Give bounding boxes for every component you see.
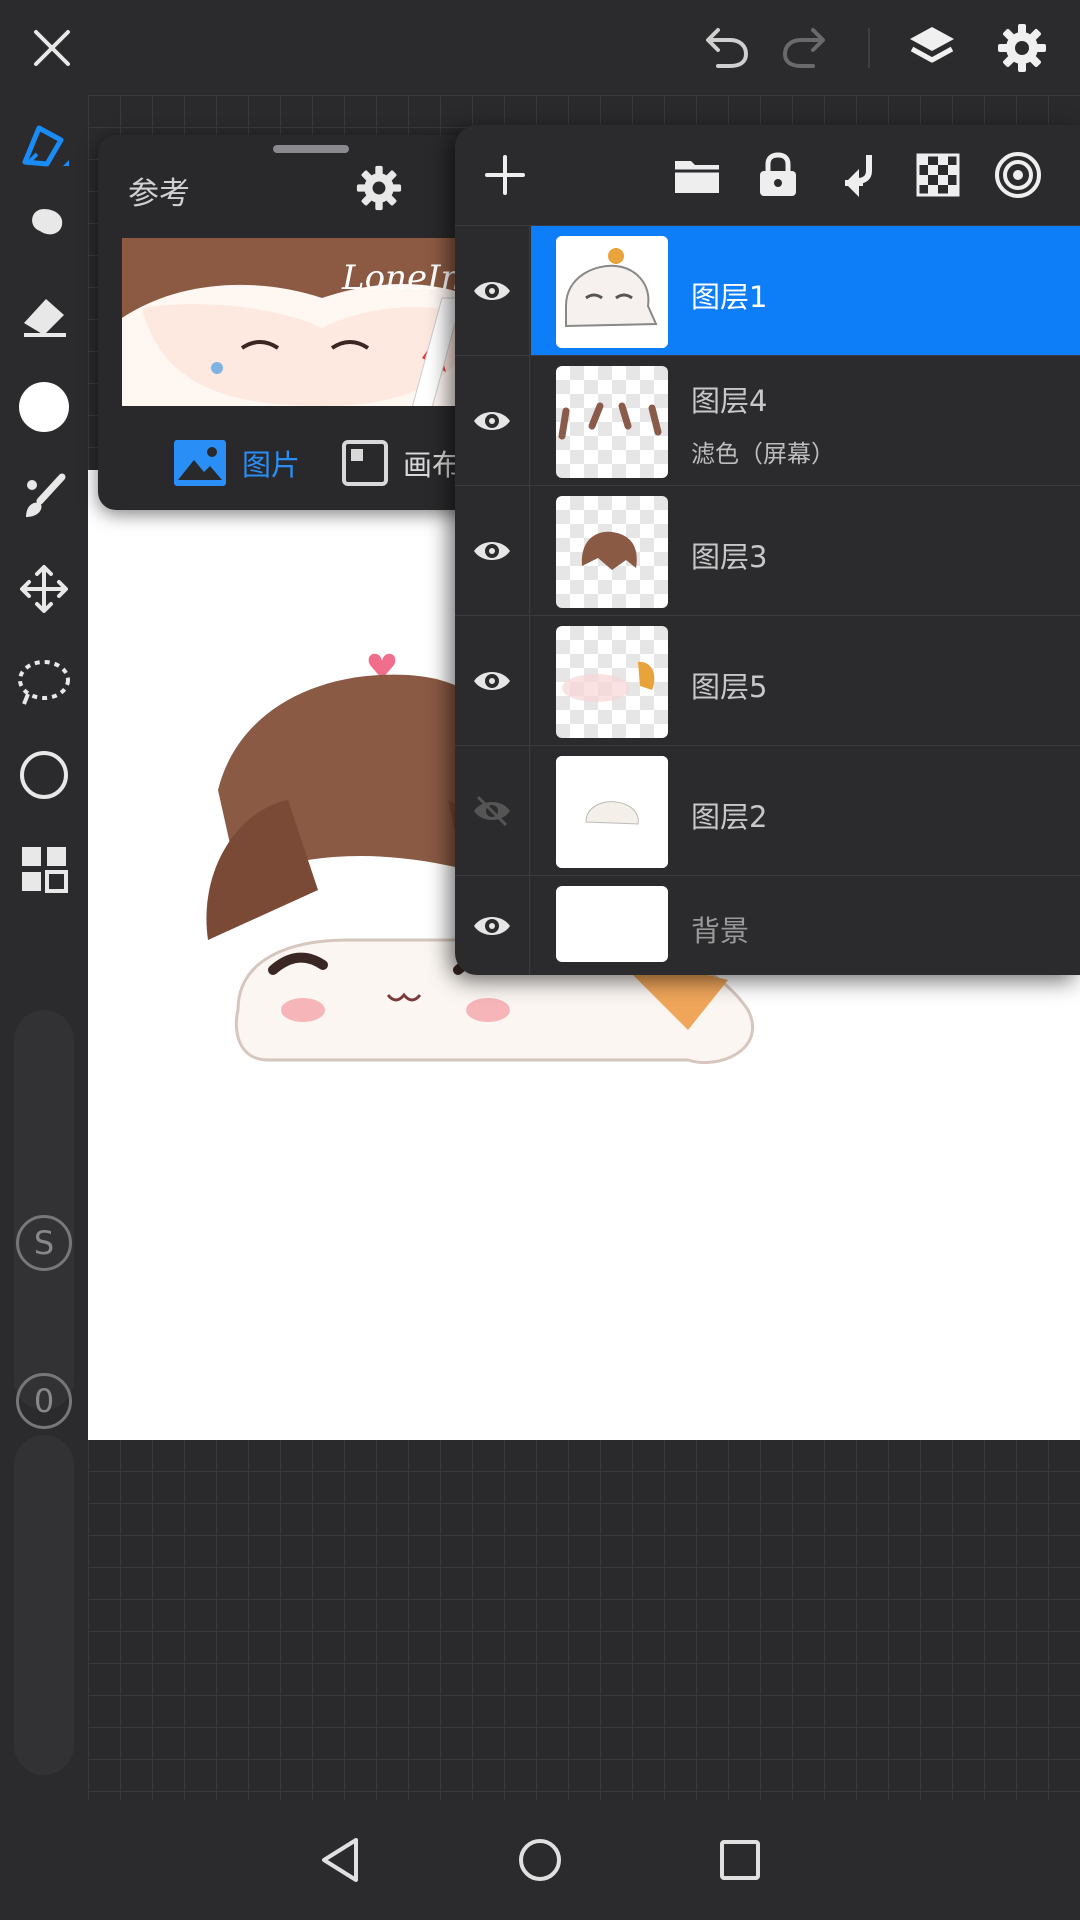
system-nav-bar <box>0 1800 1080 1920</box>
layer-name: 图层2 <box>691 800 768 834</box>
back-icon[interactable] <box>310 1830 370 1890</box>
pen-icon <box>22 125 69 167</box>
move-icon <box>20 565 68 613</box>
undo-icon[interactable] <box>695 18 755 78</box>
layer-body[interactable]: 图层3 <box>531 486 1080 616</box>
visibility-toggle[interactable] <box>455 746 530 876</box>
layer-blend-mode: 滤色（屏幕） <box>691 440 835 468</box>
layer-body[interactable]: 背景 <box>531 876 1080 975</box>
stabilizer-button[interactable]: S <box>16 1215 72 1271</box>
reference-image: LoneInk <box>122 238 497 406</box>
visibility-toggle[interactable] <box>455 226 530 356</box>
layer-row[interactable]: 背景 <box>455 875 1080 975</box>
color-picker[interactable] <box>12 375 76 439</box>
eye-hidden-icon <box>474 795 510 827</box>
visibility-toggle[interactable] <box>455 616 530 746</box>
layer-name: 图层4 <box>691 384 768 418</box>
layer-thumbnail <box>556 366 668 478</box>
home-icon[interactable] <box>510 1830 570 1890</box>
visibility-toggle[interactable] <box>455 876 530 975</box>
layer-row[interactable]: 图层3 <box>455 485 1080 616</box>
layer-thumbnail <box>556 496 668 608</box>
smudge-icon <box>28 209 63 247</box>
eye-icon <box>474 542 510 560</box>
layer-thumbnail <box>556 236 668 348</box>
tab-canvas-label: 画布 <box>403 448 462 482</box>
grid-icon <box>22 847 68 893</box>
folder-icon[interactable] <box>669 147 725 203</box>
layer-name: 背景 <box>691 914 750 948</box>
layers-toolbar <box>455 125 1080 225</box>
lasso-tool[interactable] <box>12 650 76 714</box>
visibility-toggle[interactable] <box>455 356 530 486</box>
layer-body[interactable]: 图层5 <box>531 616 1080 746</box>
canvas-icon <box>342 440 388 486</box>
image-icon <box>174 440 226 486</box>
checker-icon[interactable] <box>910 147 966 203</box>
toolbar-divider <box>868 28 870 68</box>
layer-thumbnail <box>556 886 668 962</box>
eye-icon <box>474 412 510 430</box>
layer-name: 图层3 <box>691 540 768 574</box>
layers-panel: 图层1 图层4 滤色（屏幕） 图层3 图层5 图层2 背景 <box>455 125 1080 975</box>
settings-icon[interactable] <box>992 18 1052 78</box>
target-icon[interactable] <box>990 147 1046 203</box>
layer-body[interactable]: 图层2 <box>531 746 1080 876</box>
layer-thumbnail <box>556 756 668 868</box>
left-toolbar: S 0 <box>0 95 88 1800</box>
eraser-tool[interactable] <box>12 283 76 347</box>
layer-row[interactable]: 图层2 <box>455 745 1080 876</box>
tab-canvas[interactable]: 画布 <box>341 435 461 491</box>
pen-tool[interactable] <box>12 115 76 179</box>
shape-tool[interactable] <box>12 743 76 807</box>
shape-icon <box>20 751 68 799</box>
smudge-tool[interactable] <box>12 195 76 259</box>
layer-row[interactable]: 图层1 <box>455 225 1080 356</box>
brush-size-slider[interactable] <box>14 1010 74 1410</box>
layer-name: 图层5 <box>691 670 768 704</box>
reference-title: 参考 <box>128 176 190 212</box>
tab-image[interactable]: 图片 <box>172 435 300 491</box>
eye-icon <box>474 282 510 300</box>
eraser-icon <box>24 299 66 337</box>
add-icon[interactable] <box>477 147 533 203</box>
eye-icon <box>474 917 510 935</box>
lock-icon[interactable] <box>750 147 806 203</box>
layer-body[interactable]: 图层1 <box>531 226 1080 356</box>
recents-icon[interactable] <box>710 1830 770 1890</box>
drag-handle[interactable] <box>273 145 349 153</box>
merge-down-icon[interactable] <box>829 147 885 203</box>
brush-icon <box>26 473 66 517</box>
layer-row[interactable]: 图层4 滤色（屏幕） <box>455 355 1080 486</box>
layer-thumbnail <box>556 626 668 738</box>
layer-name: 图层1 <box>691 280 768 314</box>
color-icon <box>19 382 69 432</box>
layer-body[interactable]: 图层4 滤色（屏幕） <box>531 356 1080 486</box>
tab-image-label: 图片 <box>242 448 301 482</box>
more-tools[interactable] <box>12 837 76 901</box>
brush-tool[interactable] <box>12 465 76 529</box>
reference-settings-icon[interactable] <box>356 165 402 215</box>
move-tool[interactable] <box>12 557 76 621</box>
opacity-slider[interactable] <box>14 1435 74 1775</box>
lasso-icon <box>18 660 70 705</box>
top-toolbar <box>0 0 1080 95</box>
opacity-value: 0 <box>16 1373 72 1429</box>
layer-row[interactable]: 图层5 <box>455 615 1080 746</box>
visibility-toggle[interactable] <box>455 486 530 616</box>
redo-icon[interactable] <box>776 18 836 78</box>
eye-icon <box>474 672 510 690</box>
close-icon[interactable] <box>22 18 82 78</box>
layers-icon[interactable] <box>902 18 962 78</box>
